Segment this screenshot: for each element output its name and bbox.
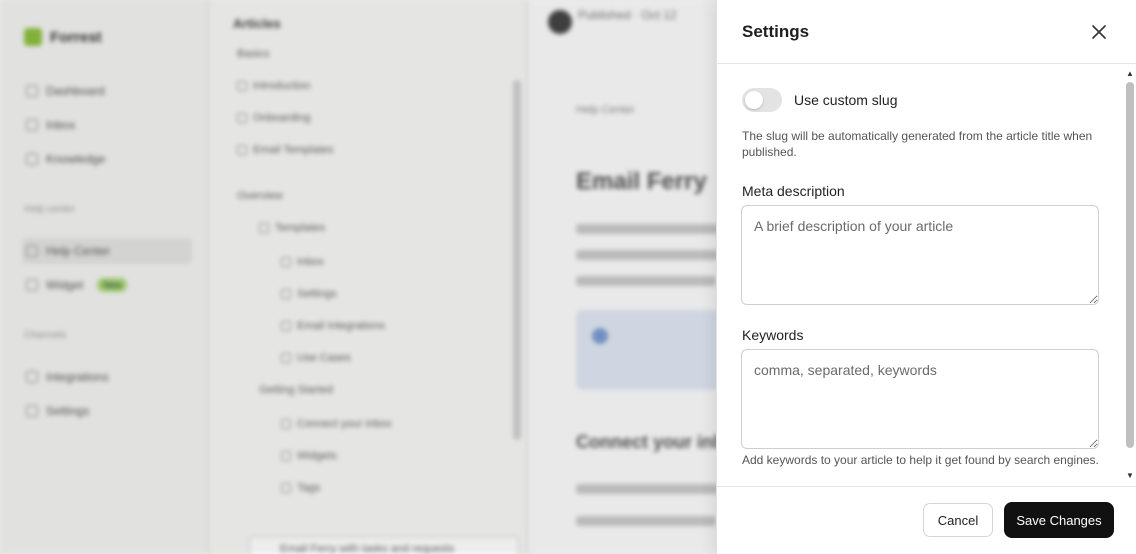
save-changes-button[interactable]: Save Changes [1005, 503, 1113, 537]
scroll-thumb[interactable] [1126, 82, 1134, 448]
cancel-button[interactable]: Cancel [923, 503, 993, 537]
scroll-up-arrow-icon[interactable]: ▲ [1126, 70, 1134, 78]
close-button[interactable] [1089, 22, 1109, 42]
meta-description-field[interactable] [741, 205, 1099, 305]
panel-title: Settings [742, 22, 810, 41]
panel-footer: Cancel Save Changes [717, 486, 1136, 554]
panel-body: Use custom slug The slug will be automat… [717, 64, 1136, 486]
custom-slug-label: Use custom slug [794, 92, 898, 108]
slug-hint: The slug will be automatically generated… [742, 129, 1093, 159]
custom-slug-toggle[interactable] [742, 88, 782, 112]
settings-panel: Settings Use custom slug The slug will b… [716, 0, 1136, 554]
custom-slug-row: Use custom slug [742, 88, 897, 112]
panel-header: Settings [717, 0, 1136, 64]
keywords-label: Keywords [742, 327, 804, 343]
keywords-field[interactable] [741, 349, 1099, 449]
meta-description-label: Meta description [742, 183, 845, 199]
toggle-knob [745, 91, 763, 109]
scroll-down-arrow-icon[interactable]: ▼ [1126, 472, 1134, 480]
panel-scrollbar[interactable]: ▲ ▼ [1125, 68, 1135, 482]
close-icon [1092, 25, 1106, 39]
keywords-hint: Add keywords to your article to help it … [742, 453, 1099, 467]
